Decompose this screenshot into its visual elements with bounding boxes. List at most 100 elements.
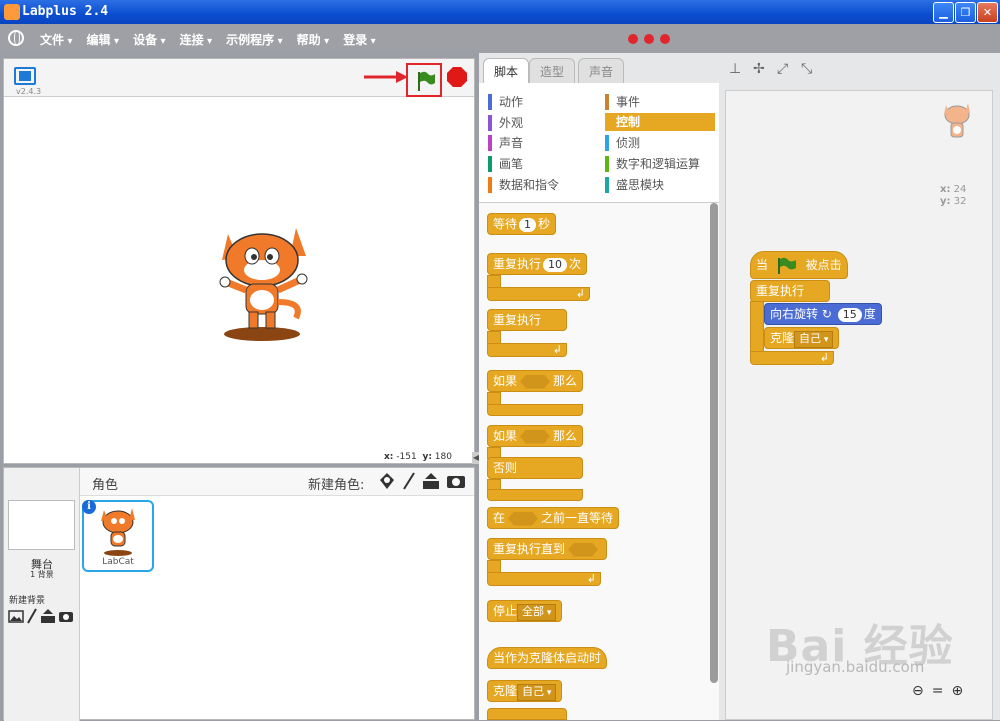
image-library-icon[interactable]: [8, 609, 24, 623]
grow-icon[interactable]: ⤢: [777, 62, 791, 76]
category-color: [605, 135, 609, 151]
info-icon[interactable]: i: [82, 500, 96, 514]
stage-coordinates: x: -151 y: 180: [384, 452, 452, 462]
palette-blocks: 等待 1 秒 重复执行 10 次 ↲ 重复执行 ↲ 如果 那么 如果 那么 否则 在之前一直…: [479, 203, 719, 720]
sprite-name: LabCat: [102, 557, 134, 567]
menu-connect[interactable]: 连接: [180, 31, 213, 48]
app-icon: [4, 4, 20, 20]
camera-icon[interactable]: [58, 609, 74, 623]
delete-icon[interactable]: ✢: [753, 62, 767, 76]
category-motion[interactable]: 动作: [488, 93, 523, 111]
block-clone[interactable]: 克隆 自己: [487, 680, 563, 702]
menu-login[interactable]: 登录: [343, 31, 376, 48]
clone-option-dropdown[interactable]: 自己: [794, 331, 834, 348]
tab-costumes[interactable]: 造型: [529, 58, 576, 84]
sprite-panel: 舞台 1 背景 新建背景 角色 新建角色: i LabCat: [3, 467, 475, 721]
category-data[interactable]: 数据和指令: [488, 176, 559, 194]
menu-help[interactable]: 帮助: [297, 31, 330, 48]
sprite-tile-labcat[interactable]: i LabCat: [82, 500, 154, 572]
green-flag-icon: [777, 257, 796, 274]
status-dot: [628, 34, 638, 44]
block-if[interactable]: 如果 那么: [487, 370, 584, 392]
block-forever[interactable]: 重复执行: [487, 309, 567, 331]
camera-icon[interactable]: [446, 473, 466, 489]
boolean-slot: [568, 542, 599, 557]
clone-option-dropdown[interactable]: 自己: [517, 684, 557, 701]
zoom-in-icon[interactable]: ⊕: [951, 683, 963, 699]
green-flag-button[interactable]: [406, 63, 442, 97]
maximize-button[interactable]: ❐: [955, 2, 976, 23]
version-label: v2.4.3: [16, 87, 42, 96]
paint-brush-icon[interactable]: [402, 472, 416, 490]
stage-y-value: 180: [434, 452, 452, 462]
sprite-coordinates: x: 24 y: 32: [940, 184, 967, 207]
palette-scrollbar[interactable]: [710, 203, 718, 683]
category-sensing[interactable]: 侦测: [605, 134, 640, 152]
block-repeat[interactable]: 重复执行 10 次: [487, 253, 588, 275]
category-color: [605, 114, 609, 130]
category-color: [605, 94, 609, 110]
sprite-y-value: 32: [953, 196, 967, 207]
stop-button[interactable]: [447, 67, 467, 87]
fullscreen-icon[interactable]: [14, 67, 36, 85]
zoom-out-icon[interactable]: ⊖: [912, 683, 924, 699]
backdrop-tools: [8, 608, 74, 624]
block-clone[interactable]: 克隆 自己: [764, 327, 840, 349]
category-color: [488, 135, 492, 151]
zoom-reset-icon[interactable]: =: [932, 683, 944, 699]
sprite-library-icon[interactable]: [378, 472, 396, 490]
cat-sprite-icon[interactable]: [216, 222, 312, 342]
stamp-icon[interactable]: ⊥: [729, 62, 743, 76]
block-stop[interactable]: 停止 全部: [487, 600, 563, 622]
menu-device[interactable]: 设备: [133, 31, 166, 48]
language-globe-icon[interactable]: [8, 30, 24, 46]
block-forever-foot: ↲: [750, 351, 834, 365]
title-bar: Labplus 2.4 ▁ ❐ ✕: [0, 0, 1000, 24]
stage-column: 舞台 1 背景 新建背景: [4, 468, 80, 721]
stage-thumbnail[interactable]: [8, 500, 75, 550]
category-control[interactable]: 控制: [605, 113, 715, 131]
category-events[interactable]: 事件: [605, 93, 640, 111]
category-sound[interactable]: 声音: [488, 134, 523, 152]
minimize-button[interactable]: ▁: [933, 2, 954, 23]
new-backdrop-label: 新建背景: [9, 596, 46, 606]
block-wait-until[interactable]: 在之前一直等待: [487, 507, 620, 529]
stage-panel: v2.4.3 x: -151 y: 180: [3, 58, 475, 464]
category-pen[interactable]: 画笔: [488, 155, 523, 173]
category-looks[interactable]: 外观: [488, 114, 523, 132]
menu-examples[interactable]: 示例程序: [226, 31, 283, 48]
zoom-controls: ⊖ = ⊕: [912, 683, 963, 699]
category-labplus-modules[interactable]: 盛思模块: [605, 176, 664, 194]
backdrop-count: 1 背景: [30, 570, 54, 579]
category-color: [488, 115, 492, 131]
tab-scripts[interactable]: 脚本: [483, 58, 530, 84]
sprite-header: 角色 新建角色:: [80, 468, 474, 496]
stop-option-dropdown[interactable]: 全部: [517, 604, 557, 621]
block-wait[interactable]: 等待 1 秒: [487, 213, 557, 235]
paint-brush-icon[interactable]: [26, 608, 38, 624]
block-repeat-until[interactable]: 重复执行直到: [487, 538, 608, 560]
tab-sounds[interactable]: 声音: [578, 58, 625, 84]
window-title: Labplus 2.4: [22, 4, 109, 19]
block-turn-right[interactable]: 向右旋转 ↻ 15 度: [764, 303, 882, 325]
block-when-flag-clicked[interactable]: 当 被点击: [750, 251, 848, 279]
upload-icon[interactable]: [422, 472, 440, 490]
menu-file[interactable]: 文件: [40, 31, 73, 48]
block-forever[interactable]: 重复执行: [750, 280, 830, 302]
block-when-clone-starts[interactable]: 当作为克隆体启动时: [487, 647, 608, 669]
watermark-url: jingyan.baidu.com: [786, 658, 925, 676]
annotation-arrow-icon: [364, 71, 408, 83]
new-sprite-tools: [378, 472, 466, 490]
category-color: [605, 156, 609, 172]
block-partial: [487, 708, 567, 720]
block-repeat-foot: ↲: [487, 287, 590, 301]
stage-canvas[interactable]: [4, 97, 474, 449]
upload-icon[interactable]: [40, 608, 56, 624]
block-if-else[interactable]: 如果 那么: [487, 425, 584, 447]
close-button[interactable]: ✕: [977, 2, 998, 23]
shrink-icon[interactable]: ⤡: [801, 62, 815, 76]
category-color: [605, 177, 609, 193]
menu-edit[interactable]: 编辑: [87, 31, 120, 48]
menu-bar: 文件 编辑 设备 连接 示例程序 帮助 登录: [0, 24, 1000, 53]
category-operators[interactable]: 数字和逻辑运算: [605, 155, 700, 173]
